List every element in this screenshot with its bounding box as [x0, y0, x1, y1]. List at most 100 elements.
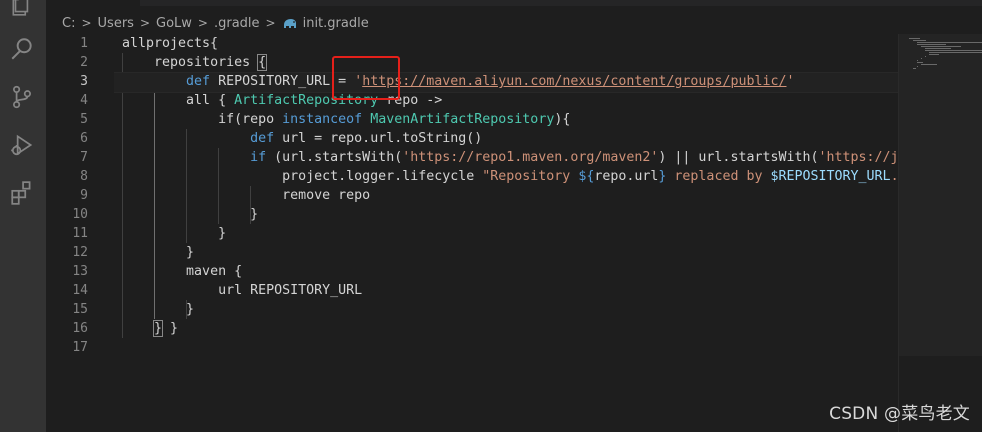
line-number: 14	[72, 283, 88, 298]
breadcrumb: C: > Users > GoLw > .gradle > init.gradl…	[46, 12, 896, 34]
search-icon[interactable]	[9, 36, 35, 62]
code-line[interactable]: }	[122, 300, 898, 319]
breadcrumb-separator: >	[139, 16, 150, 30]
breadcrumb-gradle-folder[interactable]: .gradle	[214, 16, 260, 31]
breadcrumb-separator: >	[197, 16, 208, 30]
code-token: repositories	[154, 55, 259, 70]
code-line[interactable]: }	[122, 205, 898, 224]
minimap-line	[913, 68, 916, 69]
code-line[interactable]: repositories {	[122, 53, 898, 72]
tab-init-gradle[interactable]	[46, 0, 140, 6]
minimap-line	[917, 66, 918, 67]
minimap-line	[925, 50, 982, 51]
code-link[interactable]: https://maven.aliyun.com/nexus/content/g…	[362, 74, 786, 89]
line-number: 13	[72, 264, 88, 279]
line-number: 4	[80, 93, 88, 108]
source-control-icon[interactable]	[9, 84, 35, 110]
code-token: def	[250, 131, 275, 146]
code-token: if(repo	[218, 112, 283, 127]
breadcrumb-separator: >	[265, 16, 276, 30]
breadcrumb-user-folder[interactable]: GoLw	[156, 16, 192, 31]
minimap-line	[913, 40, 926, 41]
code-line[interactable]: }	[122, 224, 898, 243]
run-debug-icon[interactable]	[9, 132, 35, 158]
line-number: 5	[80, 112, 88, 127]
line-number: 15	[72, 302, 88, 317]
gradle-elephant-icon	[282, 17, 298, 29]
line-number: 11	[72, 226, 88, 241]
minimap-line	[929, 54, 939, 55]
line-number: 2	[80, 55, 88, 70]
code-token: ) || url.startsWith(	[658, 150, 819, 165]
code-area[interactable]: allprojects{ repositories { def REPOSITO…	[114, 34, 898, 357]
line-number: 8	[80, 169, 88, 184]
breadcrumb-file[interactable]: init.gradle	[303, 16, 369, 31]
minimap-line	[917, 44, 946, 45]
minimap-slider[interactable]	[899, 34, 982, 356]
code-token: 'https://jcenter.bintray.com/'	[818, 150, 899, 165]
minimap-line	[909, 38, 920, 39]
line-number: 1	[80, 36, 88, 51]
code-token: all {	[186, 93, 235, 108]
code-line[interactable]: if(repo instanceof MavenArtifactReposito…	[122, 110, 898, 129]
code-line[interactable]: if (url.startsWith('https://repo1.maven.…	[122, 148, 898, 167]
code-token: url = repo.url.toString()	[274, 131, 483, 146]
code-line[interactable]: allprojects{	[122, 34, 898, 53]
code-line[interactable]: url REPOSITORY_URL	[122, 281, 898, 300]
code-token: }	[186, 245, 195, 260]
code-line[interactable]: def REPOSITORY_URL = 'https://maven.aliy…	[114, 72, 898, 93]
minimap[interactable]	[898, 34, 982, 432]
code-token: }	[218, 226, 227, 241]
minimap-line	[921, 64, 937, 65]
code-token: MavenArtifactRepository	[370, 112, 555, 127]
line-number: 6	[80, 131, 88, 146]
code-token: def	[186, 74, 211, 89]
code-token: allprojects{	[122, 36, 219, 51]
breadcrumb-drive[interactable]: C:	[62, 16, 75, 31]
code-line[interactable]: project.logger.lifecycle "Repository ${r…	[122, 167, 898, 186]
code-line[interactable]: } }	[122, 319, 898, 338]
code-token: }	[153, 320, 164, 337]
extensions-icon[interactable]	[9, 180, 35, 206]
code-token: }	[250, 207, 259, 222]
code-token: $REPOSITORY_URL	[770, 169, 891, 184]
files-icon[interactable]	[9, 0, 35, 18]
minimap-line	[917, 42, 982, 43]
code-token: project.logger.lifecycle	[282, 169, 483, 184]
code-line[interactable]: remove repo	[122, 186, 898, 205]
code-line[interactable]: def url = repo.url.toString()	[122, 129, 898, 148]
breadcrumb-separator: >	[81, 16, 92, 30]
line-number: 16	[72, 321, 88, 336]
code-line[interactable]: }	[122, 243, 898, 262]
code-token: instanceof	[282, 112, 363, 127]
code-line[interactable]	[122, 338, 898, 357]
activity-bar	[0, 0, 46, 432]
code-editor[interactable]: 1 2 3 4 5 6 7 8 9 10 11 12 13 14 15 16 17 allprojects{ r…	[46, 34, 898, 432]
minimap-line	[917, 60, 918, 61]
code-token: if	[250, 150, 267, 165]
code-token: replaced by	[666, 169, 771, 184]
code-line[interactable]: maven {	[122, 262, 898, 281]
minimap-line	[925, 56, 926, 57]
code-token: maven {	[186, 264, 243, 279]
line-number: 3	[80, 74, 88, 89]
line-number: 17	[72, 340, 88, 355]
code-token: '	[786, 74, 795, 89]
line-number: 10	[72, 207, 88, 222]
breadcrumb-users[interactable]: Users	[98, 16, 134, 31]
line-number: 9	[80, 188, 88, 203]
code-token: ${	[578, 169, 595, 184]
code-line[interactable]: all { ArtifactRepository repo ->	[122, 91, 898, 110]
